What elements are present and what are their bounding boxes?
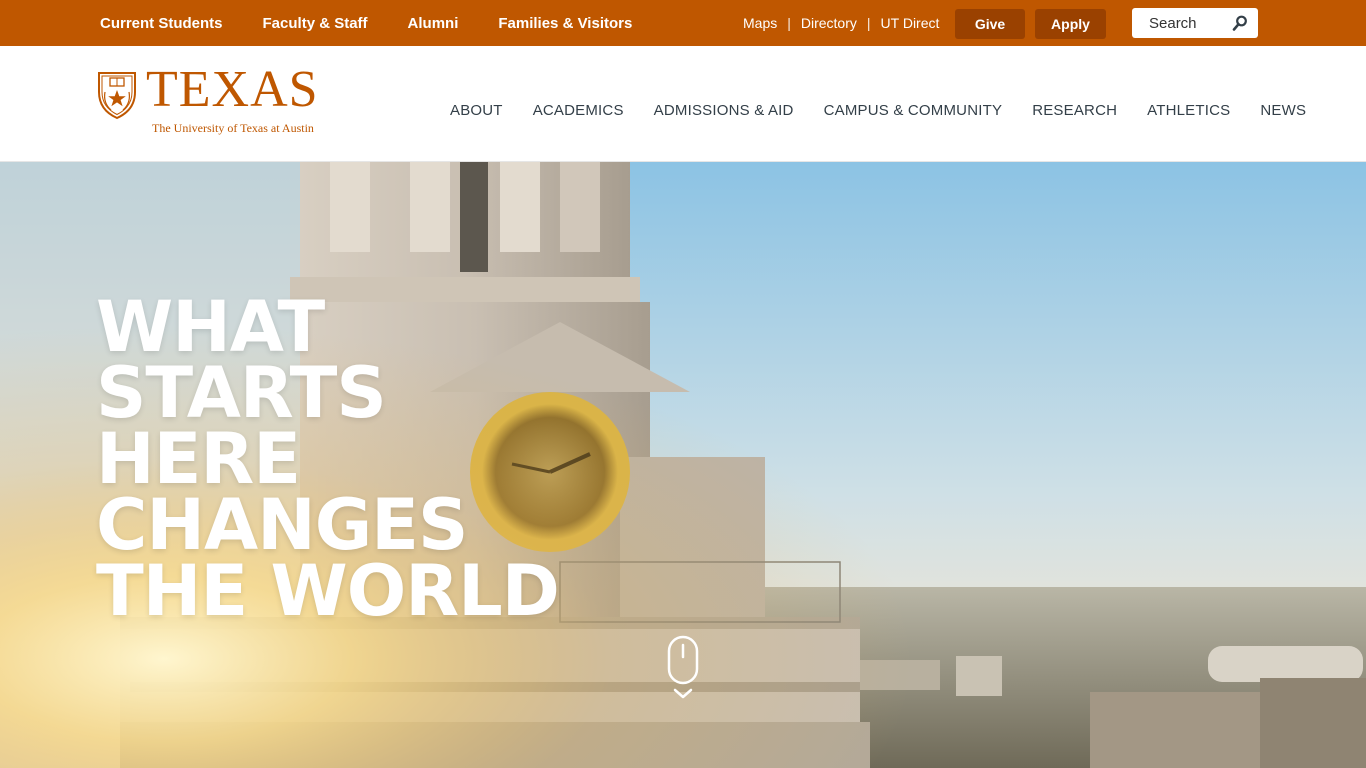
hero-headline: WHAT STARTS HERE CHANGES THE WORLD xyxy=(96,286,560,632)
main-nav: ABOUT ACADEMICS ADMISSIONS & AID CAMPUS … xyxy=(450,102,1306,119)
search-box xyxy=(1132,8,1258,38)
search-input[interactable] xyxy=(1149,14,1239,32)
nav-about[interactable]: ABOUT xyxy=(450,102,503,119)
headline-line: WHAT xyxy=(96,286,325,368)
nav-campus-community[interactable]: CAMPUS & COMMUNITY xyxy=(824,102,1003,119)
headline-line: THE WORLD xyxy=(96,550,560,632)
give-button[interactable]: Give xyxy=(955,9,1025,39)
ut-seal-icon xyxy=(97,70,137,120)
nav-academics[interactable]: ACADEMICS xyxy=(533,102,624,119)
audience-nav: Current Students Faculty & Staff Alumni … xyxy=(100,0,672,46)
apply-button[interactable]: Apply xyxy=(1035,9,1106,39)
logo-wordmark: TEXAS xyxy=(146,61,319,118)
ut-logo[interactable]: TEXAS The University of Texas at Austin xyxy=(97,64,327,136)
mouse-scroll-icon[interactable] xyxy=(667,635,699,705)
headline-line: HERE xyxy=(96,418,301,500)
current-students-link[interactable]: Current Students xyxy=(100,15,223,32)
logo-tagline: The University of Texas at Austin xyxy=(152,121,314,135)
maps-link[interactable]: Maps xyxy=(743,15,777,31)
faculty-staff-link[interactable]: Faculty & Staff xyxy=(263,15,368,32)
nav-research[interactable]: RESEARCH xyxy=(1032,102,1117,119)
headline-line: STARTS xyxy=(96,352,387,434)
divider: | xyxy=(787,15,791,31)
nav-news[interactable]: NEWS xyxy=(1260,102,1306,119)
headline-line: CHANGES xyxy=(96,484,468,566)
ut-direct-link[interactable]: UT Direct xyxy=(881,15,940,31)
hero: WHAT STARTS HERE CHANGES THE WORLD xyxy=(0,162,1366,768)
families-visitors-link[interactable]: Families & Visitors xyxy=(498,15,632,32)
quick-links: Maps | Directory | UT Direct xyxy=(743,0,939,46)
utility-bar: Current Students Faculty & Staff Alumni … xyxy=(0,0,1366,46)
nav-athletics[interactable]: ATHLETICS xyxy=(1147,102,1230,119)
alumni-link[interactable]: Alumni xyxy=(408,15,459,32)
directory-link[interactable]: Directory xyxy=(801,15,857,31)
nav-admissions-aid[interactable]: ADMISSIONS & AID xyxy=(654,102,794,119)
divider: | xyxy=(866,15,871,31)
main-header: TEXAS The University of Texas at Austin … xyxy=(0,46,1366,162)
search-icon[interactable] xyxy=(1232,15,1248,31)
